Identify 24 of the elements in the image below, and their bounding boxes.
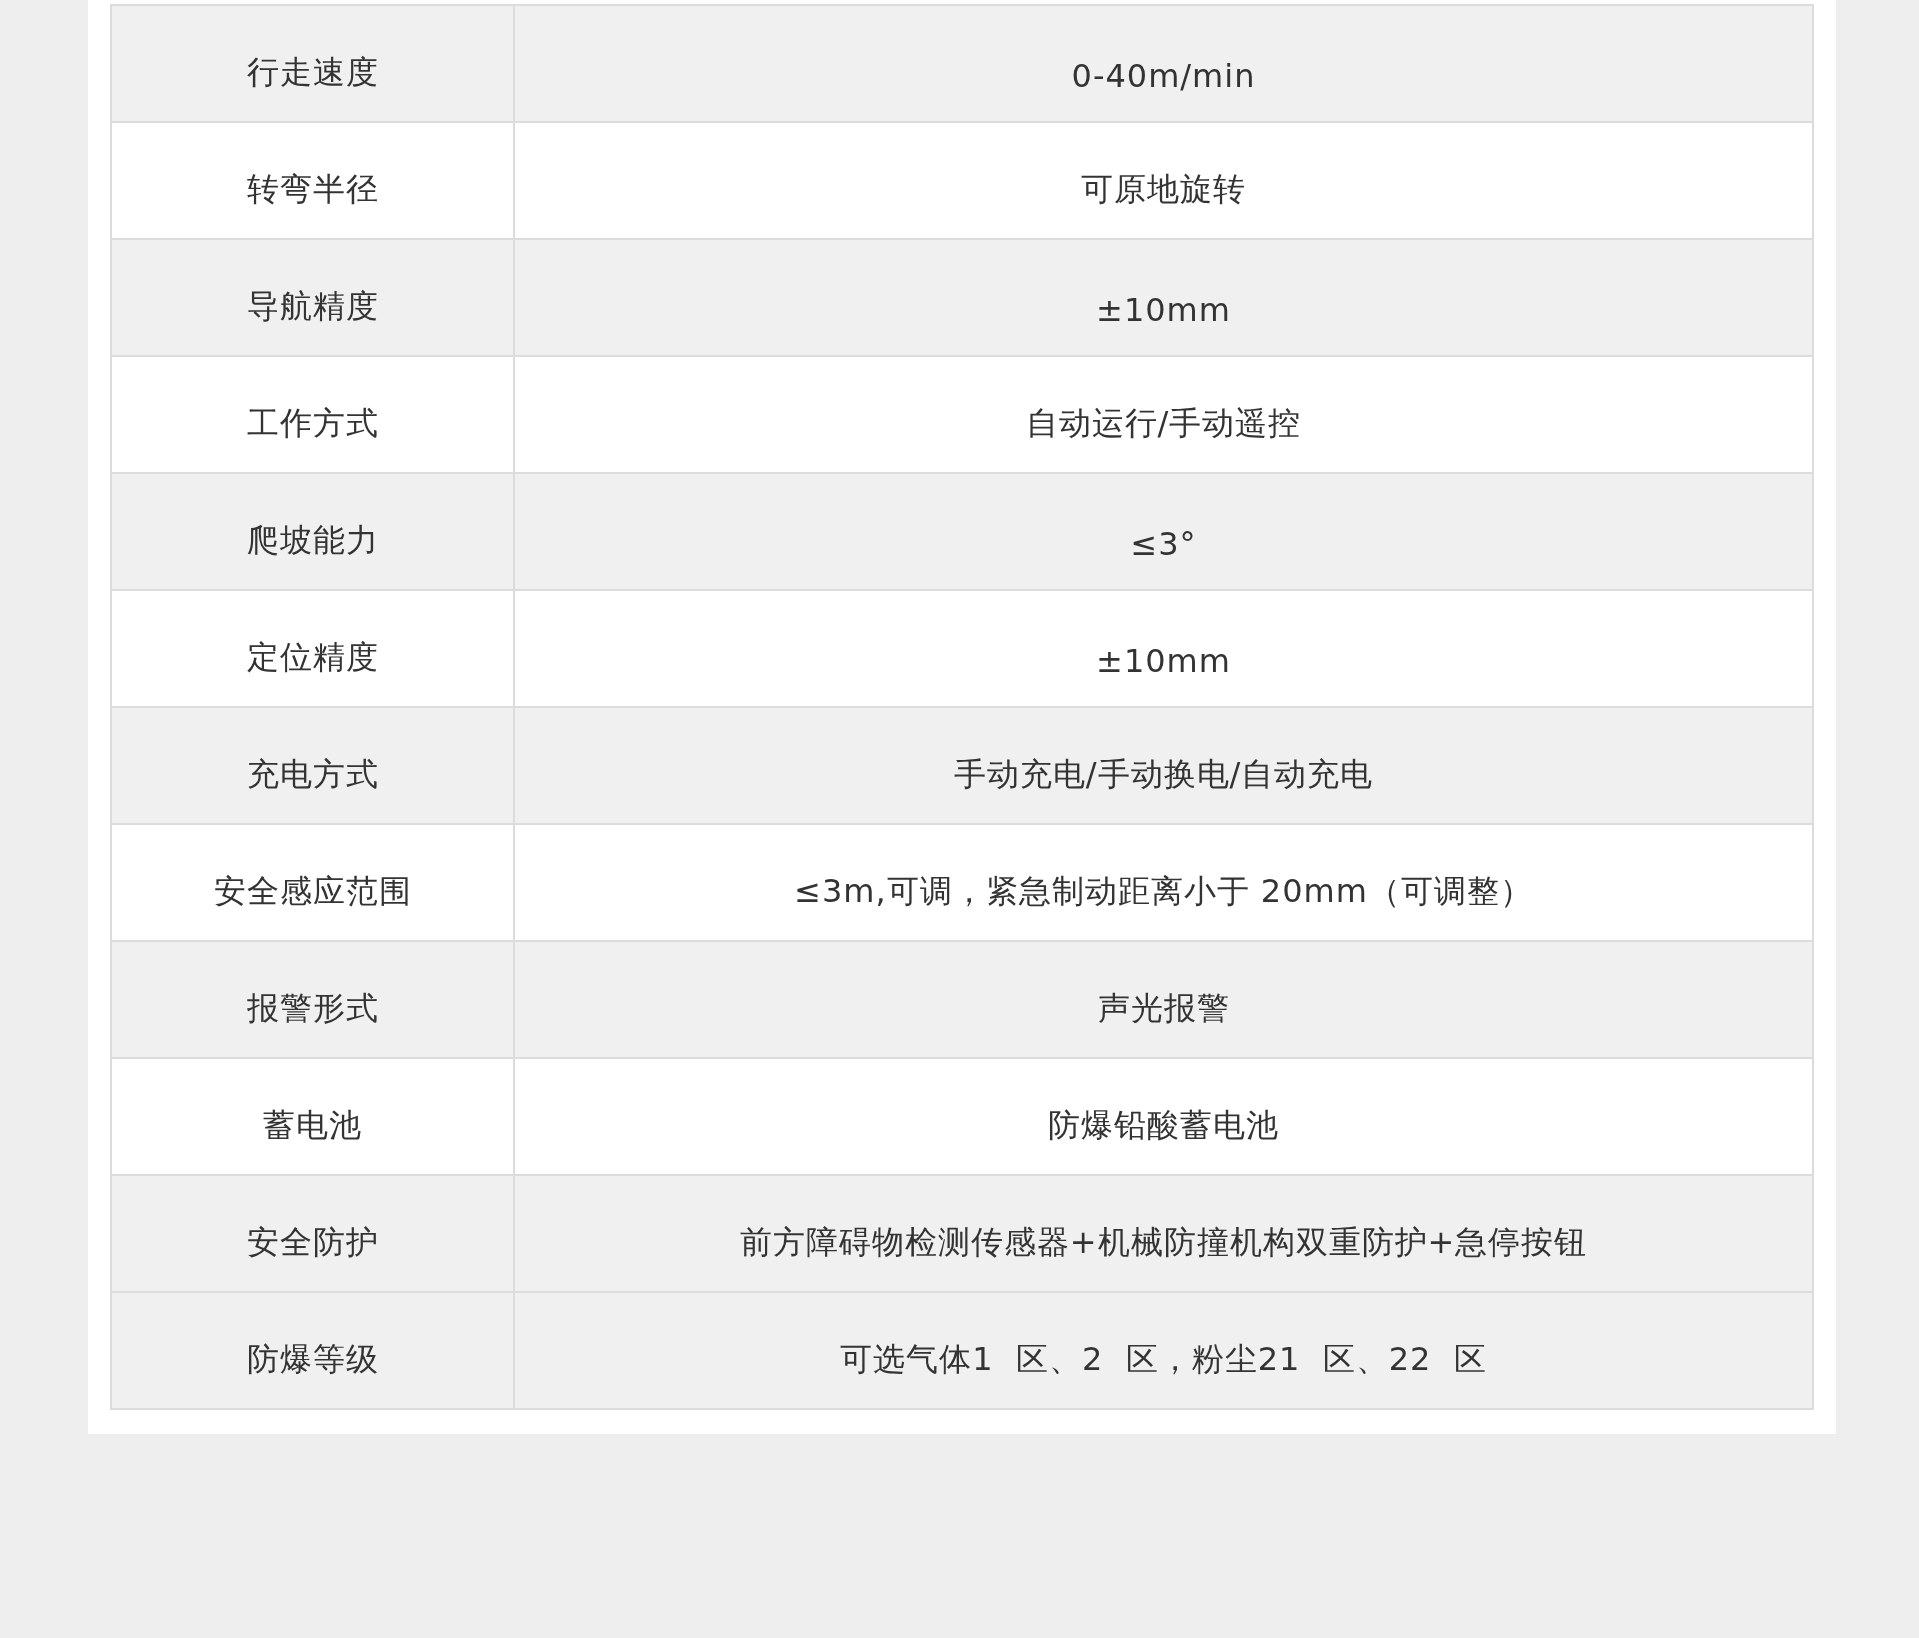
spec-label: 充电方式 <box>112 708 515 823</box>
spec-label: 导航精度 <box>112 240 515 355</box>
spec-value: 前方障碍物检测传感器+机械防撞机构双重防护+急停按钮 <box>738 1222 1589 1263</box>
spec-label: 防爆等级 <box>112 1293 515 1408</box>
spec-label: 转弯半径 <box>112 123 515 238</box>
spec-value: ≤3m,可调，紧急制动距离小于 20mm（可调整） <box>793 871 1534 912</box>
spec-value: 自动运行/手动遥控 <box>1024 403 1303 444</box>
spec-label: 安全防护 <box>112 1176 515 1291</box>
spec-value: 可选气体1 区、2 区，粉尘21 区、22 区 <box>839 1339 1488 1380</box>
spec-label: 蓄电池 <box>112 1059 515 1174</box>
spec-value: 可原地旋转 <box>1080 169 1247 210</box>
spec-label: 爬坡能力 <box>112 474 515 589</box>
spec-value: ±10mm <box>1095 290 1232 331</box>
spec-label: 行走速度 <box>112 6 515 121</box>
spec-value: ≤3° <box>1129 524 1198 565</box>
spec-value: 防爆铅酸蓄电池 <box>1047 1105 1280 1146</box>
spec-label: 报警形式 <box>112 942 515 1057</box>
spec-value: 0-40m/min <box>1070 56 1257 97</box>
spec-label: 安全感应范围 <box>112 825 515 940</box>
spec-label: 定位精度 <box>112 591 515 706</box>
spec-label: 工作方式 <box>112 357 515 472</box>
spec-value: 声光报警 <box>1096 988 1231 1029</box>
spec-value: ±10mm <box>1095 641 1232 682</box>
spec-value: 手动充电/手动换电/自动充电 <box>952 754 1375 795</box>
